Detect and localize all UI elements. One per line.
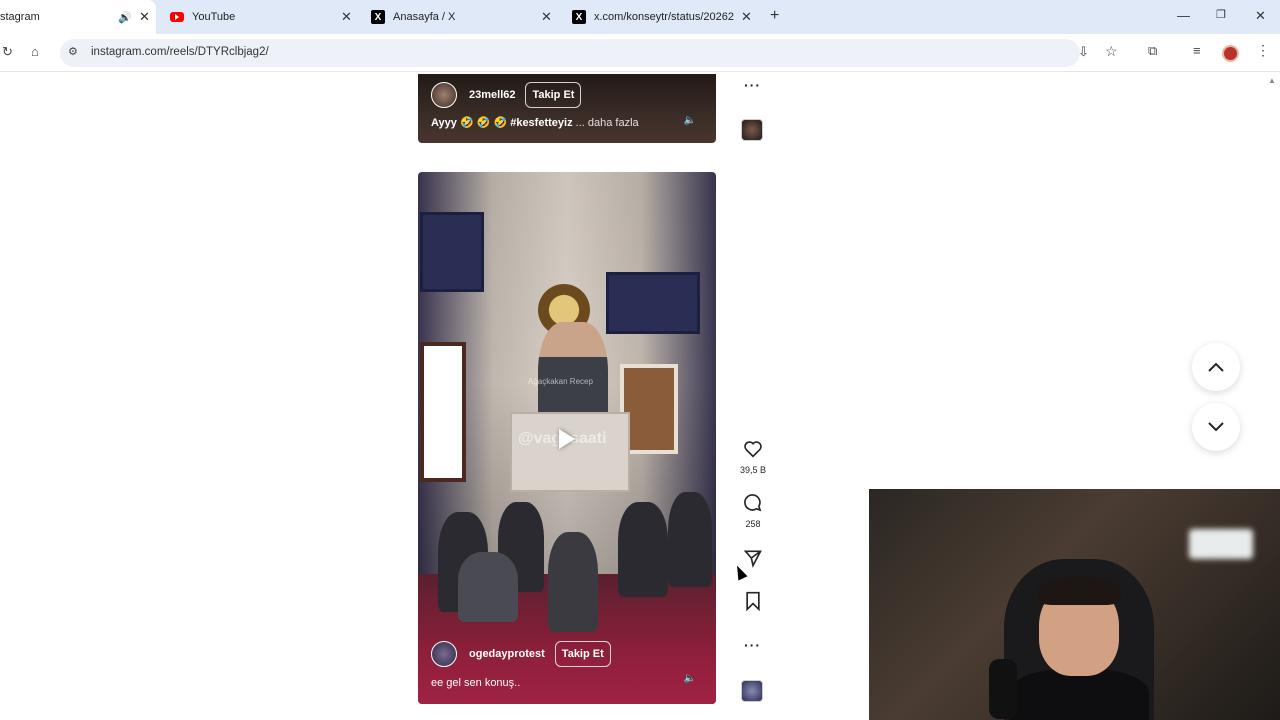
chevron-up-icon [1208, 362, 1224, 372]
media-control-icon[interactable]: ≡ [1193, 43, 1201, 58]
next-reel-button[interactable] [1192, 403, 1240, 451]
like-count: 39,5 B [739, 465, 767, 475]
follow-button[interactable]: Takip Et [554, 641, 611, 667]
previous-reel-button[interactable] [1192, 343, 1240, 391]
tab-label: YouTube [192, 11, 236, 23]
close-tab-icon[interactable]: ✕ [541, 9, 552, 25]
install-icon[interactable]: ⇩ [1078, 44, 1089, 60]
username[interactable]: 23mell62 [469, 89, 515, 101]
like-heart-icon[interactable] [742, 438, 764, 460]
extensions-icon[interactable]: ⧉ [1148, 43, 1157, 59]
audio-thumbnail[interactable] [741, 680, 763, 702]
avatar[interactable] [431, 641, 457, 667]
speaker-icon[interactable]: 🔊 [118, 11, 132, 24]
tab-x-status[interactable]: X x.com/konseytr/status/2026252 ✕ [572, 0, 757, 34]
url-text: instagram.com/reels/DTYRclbjag2/ [91, 46, 269, 58]
restore-icon[interactable]: ❐ [1216, 8, 1226, 21]
username[interactable]: ogedayprotest [469, 648, 545, 660]
profile-avatar[interactable] [1222, 45, 1239, 62]
address-bar[interactable]: ⚙ instagram.com/reels/DTYRclbjag2/ [60, 39, 1080, 67]
tab-label: Anasayfa / X [393, 11, 456, 23]
background-light [1189, 529, 1253, 559]
new-tab-icon[interactable]: + [770, 7, 779, 25]
microphone [989, 659, 1017, 719]
comment-count: 258 [745, 519, 761, 529]
site-settings-icon[interactable]: ⚙ [68, 45, 78, 58]
reel-card[interactable]: 23mell62 Takip Et Ayyy 🤣 🤣 🤣 #kesfetteyi… [418, 74, 716, 143]
avatar[interactable] [431, 82, 457, 108]
audio-thumbnail[interactable] [741, 119, 763, 141]
window-close-icon[interactable]: ✕ [1255, 8, 1266, 24]
minimize-icon[interactable]: — [1177, 8, 1190, 23]
speaker-icon[interactable]: 🔈 [683, 113, 697, 127]
tab-label: x.com/konseytr/status/2026252 [594, 11, 734, 23]
close-tab-icon[interactable]: ✕ [341, 9, 352, 25]
caption-text: Ayyy 🤣 🤣 🤣 #kesfetteyiz [431, 117, 573, 129]
reel-card[interactable]: Ağaçkakan Recep @vagasaati ogedayprotest… [418, 172, 716, 704]
worshipper [458, 552, 518, 622]
worshipper [548, 532, 598, 632]
more-options-icon[interactable]: ··· [744, 637, 761, 653]
reload-icon[interactable]: ↻ [2, 44, 13, 60]
tab-youtube[interactable]: YouTube ✕ [170, 0, 360, 34]
chevron-down-icon [1208, 422, 1224, 432]
webcam-overlay [869, 489, 1280, 720]
calligraphy-panel [606, 272, 700, 334]
close-tab-icon[interactable]: ✕ [139, 9, 150, 25]
worshipper [618, 502, 668, 597]
play-icon[interactable] [550, 422, 584, 456]
bookmark-star-icon[interactable]: ☆ [1105, 43, 1118, 60]
tab-x-home[interactable]: X Anasayfa / X ✕ [371, 0, 561, 34]
tab-strip: stagram 🔊 ✕ YouTube ✕ X Anasayfa / X ✕ X… [0, 0, 1280, 34]
streamer-hair [1037, 577, 1121, 605]
tab-instagram[interactable]: stagram 🔊 ✕ [0, 0, 156, 34]
youtube-icon [170, 12, 184, 22]
reel-caption: ee gel sen konuş.. [431, 677, 520, 689]
more-link[interactable]: ... daha fazla [576, 117, 639, 129]
speaker-icon[interactable]: 🔈 [683, 671, 697, 685]
window [420, 342, 466, 482]
caption-text: ee gel sen konuş.. [431, 677, 521, 689]
more-options-icon[interactable]: ··· [744, 77, 761, 93]
reel-author: 23mell62 Takip Et [431, 82, 582, 108]
scroll-up-arrow[interactable]: ▲ [1268, 76, 1276, 85]
menu-icon[interactable]: ⋮ [1256, 42, 1270, 59]
toolbar: ↻ ⌂ ⚙ instagram.com/reels/DTYRclbjag2/ ⇩… [0, 34, 1280, 72]
streamer-body [1009, 669, 1149, 720]
overlay-text: Ağaçkakan Recep [528, 377, 593, 386]
save-bookmark-icon[interactable] [742, 590, 764, 612]
calligraphy-panel [420, 212, 484, 292]
home-icon[interactable]: ⌂ [31, 44, 39, 59]
comment-icon[interactable] [742, 492, 764, 514]
worshipper [668, 492, 712, 587]
reel-caption: Ayyy 🤣 🤣 🤣 #kesfetteyiz ... daha fazla [431, 116, 639, 129]
reel-author: ogedayprotest Takip Et [431, 641, 611, 667]
follow-button[interactable]: Takip Et [525, 82, 582, 108]
close-tab-icon[interactable]: ✕ [741, 9, 752, 25]
tab-label: stagram [0, 11, 40, 23]
share-icon[interactable] [742, 547, 764, 569]
x-icon: X [572, 10, 586, 24]
x-icon: X [371, 10, 385, 24]
